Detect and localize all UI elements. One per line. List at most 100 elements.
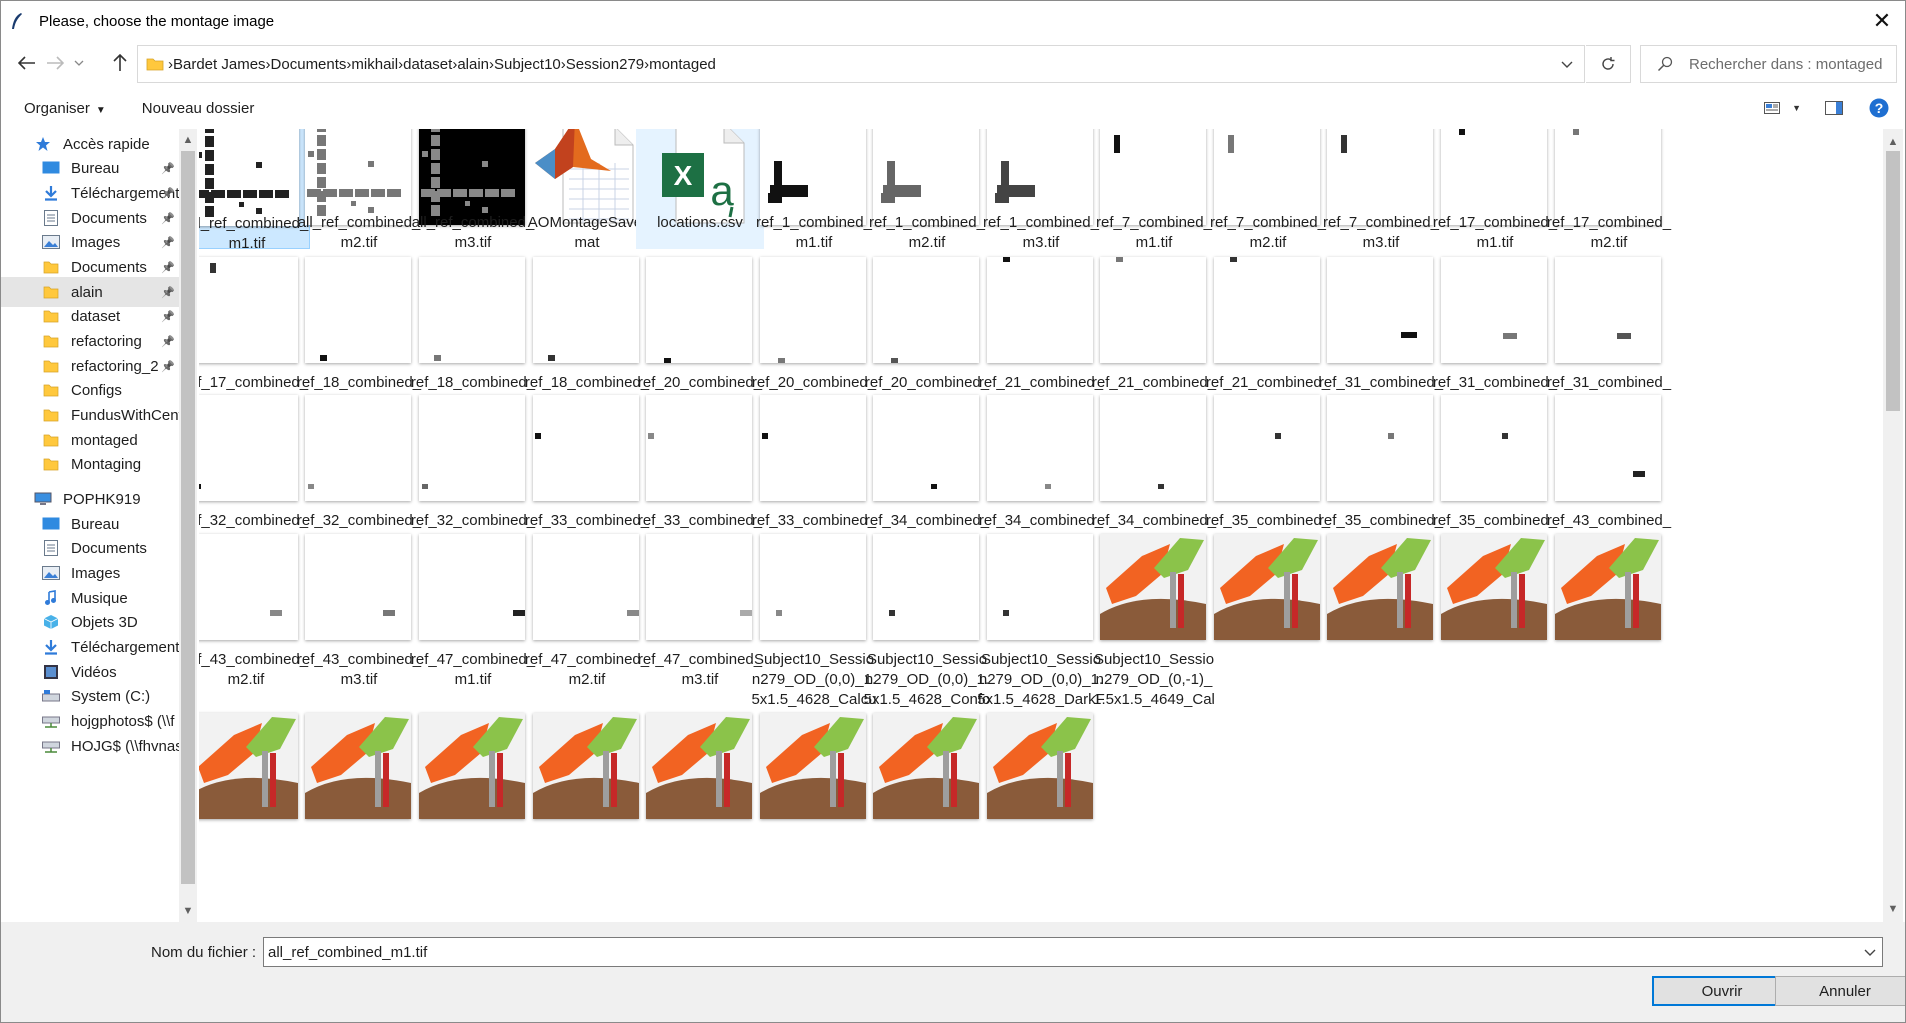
file-item[interactable]: all_ref_combined_m3.tif	[409, 129, 537, 251]
cancel-button[interactable]: Annuler	[1775, 976, 1905, 1006]
image-mark	[1388, 433, 1394, 439]
organize-menu[interactable]: Organiser ▼	[24, 100, 106, 117]
file-item[interactable]: ref_17_combined_m2.tif	[1545, 129, 1673, 251]
file-item[interactable]	[295, 707, 423, 875]
folder-icon	[41, 308, 61, 324]
file-thumbnail	[1441, 257, 1547, 363]
star-icon	[33, 136, 53, 152]
file-item[interactable]	[863, 707, 991, 875]
file-thumbnail	[533, 395, 639, 501]
file-thumbnail	[873, 534, 979, 640]
file-thumbnail	[305, 257, 411, 363]
scroll-up-icon[interactable]: ▲	[1883, 133, 1903, 151]
chevron-down-icon[interactable]	[1858, 938, 1882, 966]
image-mark	[431, 177, 440, 188]
image-mark	[1401, 332, 1417, 338]
close-button[interactable]: ✕	[1859, 1, 1905, 41]
file-item[interactable]: all_ref_combined_m2.tif	[295, 129, 423, 251]
breadcrumb-item[interactable]: Documents	[271, 56, 347, 73]
back-button[interactable]	[13, 49, 41, 77]
sidebar-item[interactable]: HOJG$ (\\fhvnas	[1, 731, 179, 761]
file-item[interactable]: ref_1_combined_m3.tif	[977, 129, 1105, 251]
image-mark	[317, 129, 326, 132]
change-view-button[interactable]: ▼	[1764, 102, 1801, 114]
breadcrumb-item[interactable]: dataset	[403, 56, 452, 73]
file-thumbnail	[873, 257, 979, 363]
file-item[interactable]: ref_47_combined_m3.tif	[636, 528, 764, 696]
open-button[interactable]: Ouvrir	[1652, 976, 1792, 1006]
file-item[interactable]: Xa locations.csv	[636, 129, 764, 249]
file-item[interactable]: all_ref_combined_m1.tif	[199, 129, 310, 252]
refresh-button[interactable]	[1586, 45, 1631, 83]
help-button[interactable]: ?	[1869, 98, 1889, 118]
file-item[interactable]: Subject10_Session279_OD_(0,0)_1.5x1.5_46…	[750, 528, 878, 712]
file-thumbnail	[533, 534, 639, 640]
file-item[interactable]: ref_7_combined_m3.tif	[1317, 129, 1445, 251]
scroll-up-icon[interactable]: ▲	[179, 131, 197, 149]
sidebar-item-label: Documents	[71, 539, 147, 557]
file-item[interactable]	[199, 707, 310, 875]
file-item[interactable]: ref_1_combined_m2.tif	[863, 129, 991, 251]
file-item[interactable]: ref_43_combined_m3.tif	[295, 528, 423, 696]
file-item[interactable]	[750, 707, 878, 875]
address-dropdown-button[interactable]	[1550, 46, 1584, 82]
new-folder-button[interactable]: Nouveau dossier	[142, 100, 255, 117]
image-mark	[1341, 135, 1347, 153]
folder-icon	[41, 259, 61, 275]
file-item[interactable]: ref_7_combined_m2.tif	[1204, 129, 1332, 251]
file-item[interactable]: ref_43_combined_m2.tif	[199, 528, 310, 696]
sidebar-item[interactable]: Montaging	[1, 449, 179, 479]
file-thumbnail	[646, 534, 752, 640]
breadcrumb-item[interactable]: Subject10	[494, 56, 561, 73]
breadcrumb-item[interactable]: mikhail	[351, 56, 398, 73]
file-item[interactable]	[523, 707, 651, 875]
image-mark	[453, 189, 467, 197]
file-item[interactable]: ref_1_combined_m1.tif	[750, 129, 878, 251]
navigation-scrollbar[interactable]: ▲ ▼	[179, 129, 197, 922]
file-item[interactable]	[1431, 528, 1559, 696]
file-item[interactable]: Subject10_Session279_OD_(0,0)_1.5x1.5_46…	[977, 528, 1105, 712]
file-thumbnail	[1100, 129, 1206, 225]
up-button[interactable]	[106, 49, 134, 77]
image-mark	[1459, 129, 1465, 135]
folder-icon	[41, 333, 61, 349]
file-item[interactable]: ref_47_combined_m2.tif	[523, 528, 651, 696]
preview-pane-button[interactable]	[1825, 101, 1843, 115]
organize-label: Organiser	[24, 99, 90, 117]
file-name: ref_43_combined_m2.tif	[199, 651, 309, 688]
image-mark	[535, 433, 541, 439]
file-item[interactable]	[1545, 528, 1673, 696]
scrollbar-thumb[interactable]	[1886, 151, 1900, 411]
file-item[interactable]: ref_7_combined_m1.tif	[1090, 129, 1218, 251]
file-item[interactable]	[977, 707, 1105, 875]
address-bar[interactable]: › Bardet James › Documents › mikhail › dataset ›…	[137, 45, 1585, 83]
image-mark	[465, 201, 470, 206]
search-input[interactable]: Rechercher dans : montaged	[1640, 45, 1897, 83]
image-mark	[317, 149, 326, 160]
file-item[interactable]: ref_17_combined_m1.tif	[1431, 129, 1559, 251]
breadcrumb-item[interactable]: alain	[457, 56, 489, 73]
breadcrumb-item[interactable]: montaged	[649, 56, 716, 73]
file-item[interactable]: AOMontageSave.mat	[523, 129, 651, 251]
file-item[interactable]	[636, 707, 764, 875]
image-mark	[243, 190, 257, 198]
scroll-down-icon[interactable]: ▼	[1883, 900, 1903, 918]
file-item[interactable]: ref_47_combined_m1.tif	[409, 528, 537, 696]
file-item[interactable]	[409, 707, 537, 875]
filename-field[interactable]: all_ref_combined_m1.tif	[263, 937, 1883, 967]
file-item[interactable]	[1317, 528, 1445, 696]
file-item[interactable]: Subject10_Session279_OD_(0,0)_1.5x1.5_46…	[863, 528, 991, 712]
music-icon	[41, 590, 61, 606]
sidebar-item-label: FundusWithCenters	[71, 406, 179, 424]
file-list-scrollbar[interactable]: ▲ ▼	[1883, 129, 1903, 922]
scroll-down-icon[interactable]: ▼	[179, 902, 197, 920]
recent-locations-button[interactable]	[65, 49, 93, 77]
caret-down-icon: ▼	[1792, 103, 1801, 113]
pin-icon: 📌	[161, 360, 175, 373]
scrollbar-thumb[interactable]	[181, 151, 195, 884]
file-item[interactable]: Subject10_Session279_OD_(0,-1)_1.5x1.5_4…	[1090, 528, 1218, 712]
file-item[interactable]	[1204, 528, 1332, 696]
breadcrumb-item[interactable]: Bardet James	[173, 56, 266, 73]
breadcrumb-item[interactable]: Session279	[566, 56, 644, 73]
feather-icon	[12, 13, 22, 29]
